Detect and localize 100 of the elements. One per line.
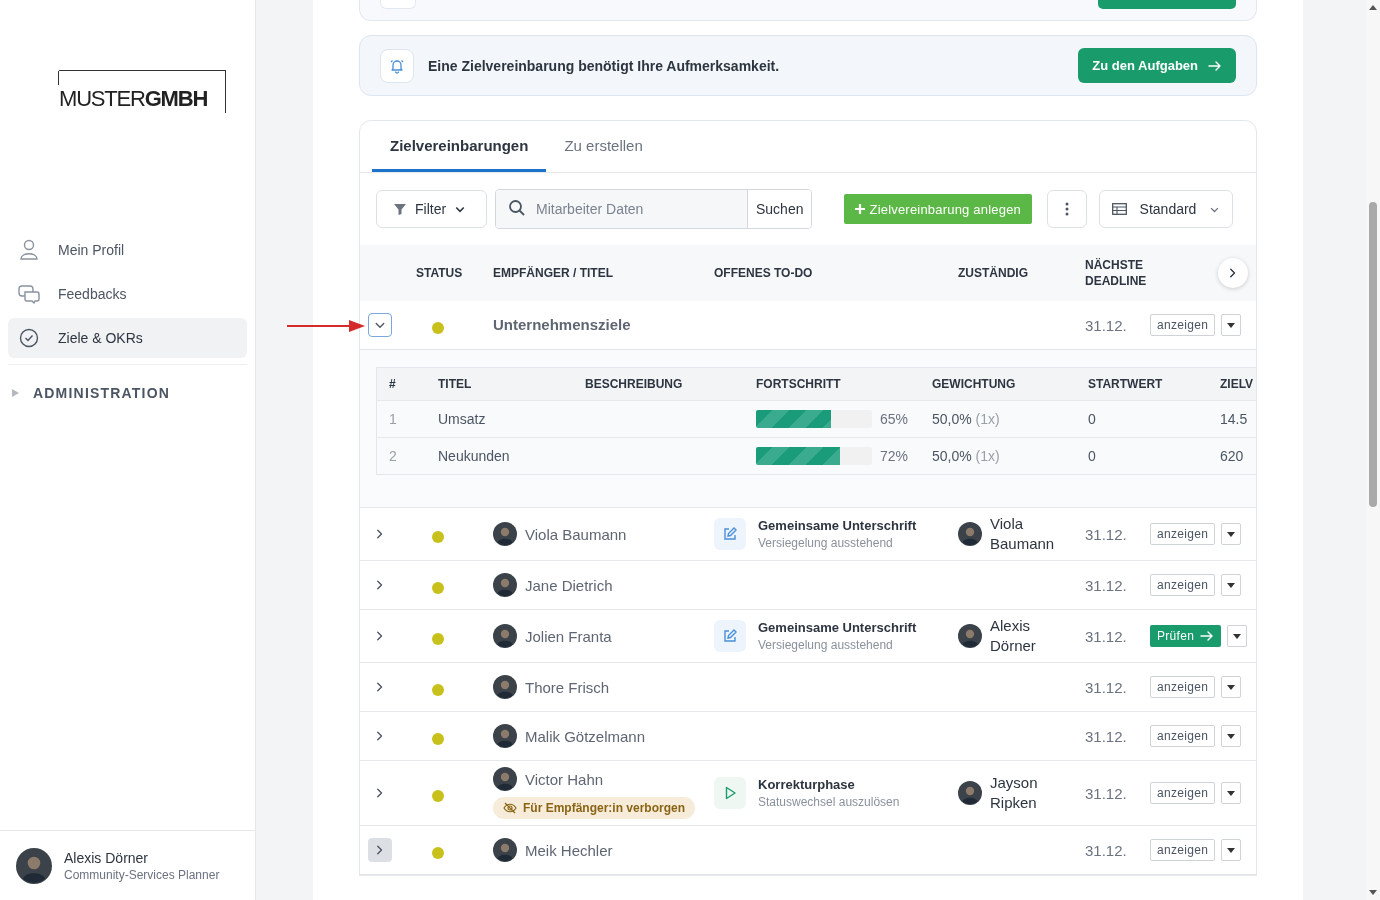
caret-down-icon: [1233, 633, 1242, 639]
tab[interactable]: Zielvereinbarungen: [372, 121, 547, 172]
expand-button[interactable]: [368, 313, 392, 337]
recipient-name[interactable]: Viola Baumann: [525, 525, 627, 543]
column-header: GEWICHTUNG: [932, 377, 1016, 391]
deadline: 31.12.: [1085, 784, 1128, 802]
dropdown-button[interactable]: [1221, 782, 1242, 804]
target-value: 14.5: [1220, 411, 1248, 427]
deadline: 31.12.: [1085, 678, 1128, 696]
column-header: NÄCHSTE DEADLINE: [1085, 257, 1145, 289]
company-logo: MUSTERGMBH: [59, 70, 227, 113]
edit-icon: [714, 620, 746, 652]
tasks-button[interactable]: Zu den Aufgaben: [1078, 48, 1236, 83]
caret-down-icon: [1227, 847, 1236, 853]
notice-text: Eine Zielvereinbarung benötigt Ihre Aufmerksamkeit.: [428, 57, 781, 74]
caret-down-icon: [1227, 684, 1236, 690]
dropdown-button[interactable]: [1221, 676, 1242, 698]
progress-value: 65%: [880, 411, 909, 427]
column-header: TITEL: [438, 377, 472, 391]
weight-value: 50,0% (1x): [932, 448, 1000, 464]
start-value: 0: [1088, 411, 1096, 427]
dropdown-button[interactable]: [1221, 314, 1242, 336]
arrow-right-icon: [1200, 630, 1215, 642]
avatar: [958, 781, 982, 805]
view-button[interactable]: anzeigen: [1150, 676, 1216, 698]
plus-icon: [855, 204, 866, 214]
view-button[interactable]: anzeigen: [1150, 523, 1216, 545]
avatar: [493, 724, 517, 748]
todo-subtitle: Versiegelung ausstehend: [758, 638, 894, 652]
weight-value: 50,0% (1x): [932, 411, 1000, 427]
avatar: [958, 624, 982, 648]
recipient-name[interactable]: Victor Hahn: [525, 770, 604, 788]
column-header: STATUS: [416, 265, 464, 281]
search-field[interactable]: Mitarbeiter Daten: [496, 190, 748, 228]
nav-item[interactable]: Ziele & OKRs: [8, 318, 247, 358]
view-dropdown[interactable]: Standard: [1099, 190, 1233, 228]
dropdown-button[interactable]: [1221, 725, 1242, 747]
view-button[interactable]: anzeigen: [1150, 725, 1216, 747]
chat-icon: [18, 284, 40, 304]
avatar: [493, 624, 517, 648]
user-name: Alexis Dörner: [64, 849, 150, 866]
caret-down-icon: [1227, 733, 1236, 739]
caret-down-icon: [1227, 531, 1236, 537]
dropdown-button[interactable]: [1227, 625, 1248, 647]
view-button[interactable]: anzeigen: [1150, 782, 1216, 804]
row-number: 2: [389, 448, 397, 464]
nav-item[interactable]: Mein Profil: [8, 230, 247, 270]
dropdown-button[interactable]: [1221, 523, 1242, 545]
column-header: OFFENES TO-DO: [714, 265, 814, 281]
goal-title: Umsatz: [438, 411, 486, 427]
filter-button[interactable]: Filter: [376, 190, 487, 228]
view-button[interactable]: anzeigen: [1150, 314, 1216, 336]
check-circle-icon: [18, 328, 40, 348]
nav-item[interactable]: Feedbacks: [8, 274, 247, 314]
section-title[interactable]: ADMINISTRATION: [33, 385, 171, 401]
review-button[interactable]: Prüfen: [1150, 625, 1222, 647]
group-title: Unternehmensziele: [493, 316, 631, 333]
caret-down-icon: [1227, 790, 1236, 796]
todo-title: Korrekturphase: [758, 777, 856, 792]
caret-down-icon: [1227, 582, 1236, 588]
edit-icon: [714, 518, 746, 550]
assignee-name: Viola Baumann: [990, 514, 1056, 554]
avatar: [958, 522, 982, 546]
target-value: 620: [1220, 448, 1244, 464]
todo-title: Gemeinsame Unterschrift: [758, 620, 917, 635]
avatar: [493, 522, 517, 546]
hidden-badge: Für Empfänger:in verborgen: [493, 797, 696, 819]
todo-title: Gemeinsame Unterschrift: [758, 518, 917, 533]
recipient-name[interactable]: Jolien Franta: [525, 627, 612, 645]
start-value: 0: [1088, 448, 1096, 464]
todo-subtitle: Statuswechsel auszulösen: [758, 795, 900, 809]
deadline: 31.12.: [1085, 576, 1128, 594]
view-button[interactable]: anzeigen: [1150, 839, 1216, 861]
recipient-name[interactable]: Jane Dietrich: [525, 576, 613, 594]
view-button[interactable]: anzeigen: [1150, 574, 1216, 596]
avatar: [493, 838, 517, 862]
assignee-name: Alexis Dörner: [990, 616, 1037, 656]
todo-subtitle: Versiegelung ausstehend: [758, 536, 894, 550]
deadline: 31.12.: [1085, 627, 1128, 645]
avatar: [493, 573, 517, 597]
column-header: FORTSCHRITT: [756, 377, 841, 391]
table-icon: [1112, 203, 1127, 215]
bell-icon: [380, 48, 414, 83]
goal-title: Neukunden: [438, 448, 510, 464]
funnel-icon: [393, 202, 407, 216]
expand-button[interactable]: [368, 838, 392, 862]
deadline: 31.12.: [1085, 727, 1128, 745]
recipient-name[interactable]: Thore Frisch: [525, 678, 610, 696]
dropdown-button[interactable]: [1221, 839, 1242, 861]
recipient-name[interactable]: Malik Götzelmann: [525, 727, 646, 745]
column-header: ZUSTÄNDIG: [958, 265, 1029, 281]
column-header: STARTWERT: [1088, 377, 1163, 391]
scrollbar[interactable]: [1366, 0, 1380, 900]
tab[interactable]: Zu erstellen: [546, 121, 661, 172]
row-number: 1: [389, 411, 397, 427]
recipient-name[interactable]: Meik Hechler: [525, 841, 613, 859]
kebab-icon: [1065, 202, 1069, 216]
dropdown-button[interactable]: [1221, 574, 1242, 596]
deadline: 31.12.: [1085, 841, 1128, 859]
column-header: EMPFÄNGER / TITEL: [493, 265, 614, 281]
